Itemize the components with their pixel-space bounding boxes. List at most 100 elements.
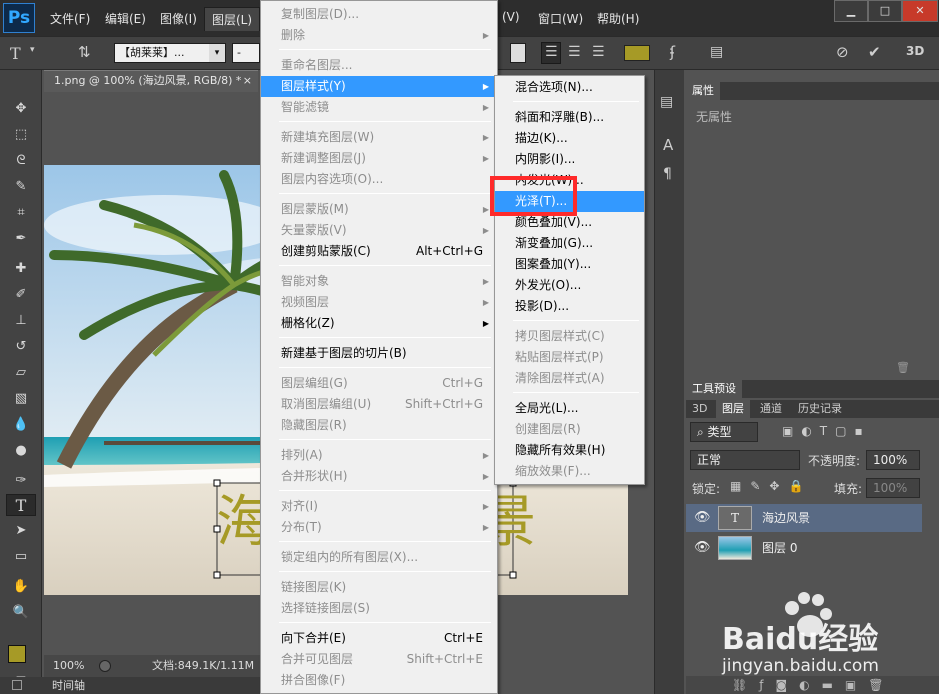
menu-file[interactable]: 文件(F) xyxy=(50,10,90,27)
layer-style-menu-item[interactable]: 图案叠加(Y)... xyxy=(495,254,644,275)
layer-menu-item[interactable]: 复制图层(D)... xyxy=(261,4,497,25)
layer-row-image[interactable]: 👁 图层 0 xyxy=(686,534,922,562)
warp-text-icon[interactable]: ʄ xyxy=(670,43,675,61)
layer-menu-item[interactable]: 删除 ▶ xyxy=(261,25,497,46)
layer-menu-item[interactable]: 图层编组(G) Ctrl+G xyxy=(261,373,497,394)
tab-history[interactable]: 历史记录 xyxy=(792,400,848,418)
menu-view[interactable]: (V) xyxy=(502,10,520,24)
tab-tool-presets[interactable]: 工具预设 xyxy=(686,380,742,398)
3d-icon[interactable]: 3D xyxy=(906,44,924,58)
layer-style-menu-item[interactable]: 清除图层样式(A) xyxy=(495,368,644,389)
layer-menu-item[interactable]: 新建调整图层(J) ▶ xyxy=(261,148,497,169)
paragraph-icon[interactable]: ¶ xyxy=(663,166,672,182)
eye-icon[interactable]: 👁 xyxy=(694,504,711,532)
align-right-icon[interactable]: ☰ xyxy=(592,44,605,60)
eraser-tool-icon[interactable]: ▱ xyxy=(6,362,36,384)
font-size-stepper[interactable] xyxy=(510,43,526,63)
layer-filter-select[interactable]: ⌕ 类型 xyxy=(690,422,758,442)
marquee-tool-icon[interactable]: ⬚ xyxy=(6,124,36,146)
pen-tool-icon[interactable]: ✑ xyxy=(6,470,36,492)
move-tool-icon[interactable]: ✥ xyxy=(6,98,36,120)
layer-menu-item[interactable]: 拼合图像(F) xyxy=(261,670,497,691)
layer-menu-item[interactable]: 取消图层编组(U) Shift+Ctrl+G xyxy=(261,394,497,415)
layer-style-menu-item[interactable]: 缩放效果(F)... xyxy=(495,461,644,482)
blend-mode-select[interactable]: 正常 xyxy=(690,450,800,470)
layer-menu-item[interactable]: 图层样式(Y) ▶ xyxy=(261,76,497,97)
layer-menu-item[interactable]: 图层蒙版(M) ▶ xyxy=(261,199,497,220)
minimize-button[interactable]: ▁ xyxy=(834,0,868,22)
layer-style-menu-item[interactable]: 混合选项(N)... xyxy=(495,77,644,98)
blur-tool-icon[interactable]: 💧 xyxy=(6,414,36,436)
layer-menu-item[interactable]: 新建基于图层的切片(B) xyxy=(261,343,497,364)
layer-style-menu-item[interactable]: 外发光(O)... xyxy=(495,275,644,296)
crop-tool-icon[interactable]: ⌗ xyxy=(6,202,36,224)
quick-select-tool-icon[interactable]: ✎ xyxy=(6,176,36,198)
menu-layer[interactable]: 图层(L) xyxy=(204,7,261,31)
layer-menu-item[interactable]: 重命名图层... xyxy=(261,55,497,76)
layer-row-text[interactable]: 👁 T 海边风景 xyxy=(686,504,922,532)
layer-style-menu-item[interactable]: 隐藏所有效果(H) xyxy=(495,440,644,461)
layer-menu-item[interactable]: 分布(T) ▶ xyxy=(261,517,497,538)
layer-menu-item[interactable]: 对齐(I) ▶ xyxy=(261,496,497,517)
maximize-button[interactable]: □ xyxy=(868,0,902,22)
layer-menu-item[interactable]: 锁定组内的所有图层(X)... xyxy=(261,547,497,568)
character-icon[interactable]: A xyxy=(663,136,673,154)
hand-tool-icon[interactable]: ✋ xyxy=(6,576,36,598)
document-tab[interactable]: 1.png @ 100% (海边风景, RGB/8) * × xyxy=(44,70,258,92)
tab-3d[interactable]: 3D xyxy=(686,400,713,418)
layer-menu-item[interactable]: 智能滤镜 ▶ xyxy=(261,97,497,118)
layer-filter-icons[interactable]: ▣◐T▢▪ xyxy=(782,424,871,438)
menu-edit[interactable]: 编辑(E) xyxy=(105,10,146,27)
trash-icon[interactable]: 🗑 xyxy=(896,361,910,374)
clone-stamp-tool-icon[interactable]: ⊥ xyxy=(6,310,36,332)
layer-style-menu-item[interactable]: 粘贴图层样式(P) xyxy=(495,347,644,368)
menu-image[interactable]: 图像(I) xyxy=(160,10,197,27)
tab-properties[interactable]: 属性 xyxy=(686,82,720,100)
healing-brush-tool-icon[interactable]: ✚ xyxy=(6,258,36,280)
opacity-input[interactable]: 100% xyxy=(866,450,920,470)
layer-menu-item[interactable]: 视频图层 ▶ xyxy=(261,292,497,313)
text-color-swatch[interactable] xyxy=(624,45,650,61)
layer-menu-item[interactable]: 合并可见图层 Shift+Ctrl+E xyxy=(261,649,497,670)
dodge-tool-icon[interactable]: ● xyxy=(6,440,36,462)
layer-menu-item[interactable]: 创建剪贴蒙版(C) Alt+Ctrl+G xyxy=(261,241,497,262)
font-family-select[interactable]: 【胡莱莱】... ▾ xyxy=(114,43,226,63)
doc-info-icon[interactable] xyxy=(99,660,111,672)
layer-menu-item[interactable]: 矢量蒙版(V) ▶ xyxy=(261,220,497,241)
path-select-tool-icon[interactable]: ➤ xyxy=(6,520,36,542)
text-tool-preset-icon[interactable]: T xyxy=(10,44,21,63)
layer-menu-item[interactable]: 隐藏图层(R) xyxy=(261,415,497,436)
menu-window[interactable]: 窗口(W) xyxy=(538,10,583,27)
lasso-tool-icon[interactable]: ᘓ xyxy=(6,150,36,172)
layer-menu-item[interactable]: 栅格化(Z) ▶ xyxy=(261,313,497,334)
close-document-icon[interactable]: × xyxy=(243,71,252,91)
history-brush-tool-icon[interactable]: ↺ xyxy=(6,336,36,358)
eye-icon[interactable]: 👁 xyxy=(694,534,711,562)
align-center-icon[interactable]: ☰ xyxy=(568,44,581,60)
eyedropper-tool-icon[interactable]: ✒ xyxy=(6,228,36,250)
menu-help[interactable]: 帮助(H) xyxy=(597,10,639,27)
layer-menu-item[interactable]: 选择链接图层(S) xyxy=(261,598,497,619)
layer-style-menu-item[interactable]: 拷贝图层样式(C) xyxy=(495,326,644,347)
zoom-tool-icon[interactable]: 🔍 xyxy=(6,602,36,624)
layer-menu-item[interactable]: 合并形状(H) ▶ xyxy=(261,466,497,487)
layer-style-menu-item[interactable]: 全局光(L)... xyxy=(495,398,644,419)
lock-icons[interactable]: ▦✎✥🔒 xyxy=(730,479,812,493)
layer-style-menu-item[interactable]: 内阴影(I)... xyxy=(495,149,644,170)
tab-channels[interactable]: 通道 xyxy=(754,400,788,418)
font-style-select[interactable]: - xyxy=(232,43,260,63)
shape-tool-icon[interactable]: ▭ xyxy=(6,546,36,568)
cancel-edit-icon[interactable]: ⊘ xyxy=(836,43,849,61)
toggle-text-orientation-icon[interactable]: ⇅ xyxy=(78,43,91,61)
layer-style-menu-item[interactable]: 描边(K)... xyxy=(495,128,644,149)
brush-tool-icon[interactable]: ✐ xyxy=(6,284,36,306)
layer-style-menu-item[interactable]: 创建图层(R) xyxy=(495,419,644,440)
chevron-down-icon[interactable]: ▾ xyxy=(30,45,35,55)
close-button[interactable]: ✕ xyxy=(902,0,938,22)
tab-layers[interactable]: 图层 xyxy=(716,400,750,418)
commit-edit-icon[interactable]: ✔ xyxy=(868,43,881,61)
layer-style-menu-item[interactable]: 斜面和浮雕(B)... xyxy=(495,107,644,128)
type-tool-icon[interactable]: T xyxy=(6,494,36,516)
fill-input[interactable]: 100% xyxy=(866,478,920,498)
timeline-panel-tab[interactable]: 时间轴 xyxy=(0,677,260,694)
